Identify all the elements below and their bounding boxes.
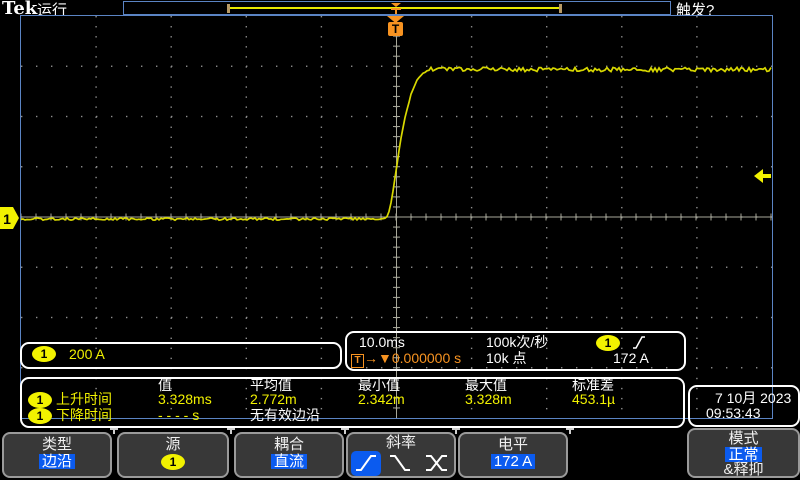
- datetime-panel: 7 10月 2023 09:53:43: [688, 385, 800, 427]
- trigger-position-readout: T→▼0.000000 s: [351, 351, 461, 368]
- menu-value-2: &释抑: [689, 462, 798, 477]
- menu-trigger-type[interactable]: 类型 边沿: [2, 432, 112, 478]
- meas-channel-badge: 1: [28, 408, 52, 424]
- trigger-position-marker[interactable]: T: [386, 16, 405, 37]
- measurement-panel: 值 平均值 最小值 最大值 标准差 1 上升时间 3.328ms 2.772m …: [20, 377, 685, 428]
- timebase-value: 10.0ms: [359, 335, 405, 350]
- svg-text:1: 1: [3, 211, 11, 227]
- either-slope-icon[interactable]: [423, 453, 451, 476]
- menu-trigger-coupling[interactable]: 耦合 直流: [234, 432, 344, 478]
- measurement-row-fall-time: 1 下降时间 - - - - s 无有效边沿: [22, 407, 683, 423]
- menu-value: 172 A: [491, 454, 535, 469]
- menu-label: 源: [119, 437, 227, 452]
- acquisition-bar: [123, 1, 671, 15]
- falling-slope-icon[interactable]: [387, 453, 413, 476]
- menu-label: 耦合: [236, 437, 342, 452]
- menu-trigger-level[interactable]: 电平 172 A: [458, 432, 568, 478]
- record-length: 10k 点: [486, 351, 526, 366]
- svg-text:T: T: [392, 22, 400, 36]
- channel-badge: 1: [32, 346, 56, 362]
- oscilloscope-screen: Tek 运行 触发? T 1 1 200 A 10.0ms: [0, 0, 800, 480]
- menu-value: 直流: [271, 454, 307, 469]
- menu-trigger-mode[interactable]: 模式 正常 &释抑: [687, 428, 800, 478]
- menu-trigger-slope[interactable]: 斜率: [346, 432, 456, 478]
- menu-label: 斜率: [348, 435, 454, 450]
- channel-scale: 200 A: [69, 347, 105, 362]
- menu-gap-tick: [566, 428, 574, 430]
- meas-channel-badge: 1: [28, 392, 52, 408]
- sample-rate: 100k次/秒: [486, 335, 548, 350]
- channel-readout: 1 200 A: [20, 342, 342, 369]
- menu-value: 边沿: [39, 454, 75, 469]
- menu-value: 正常: [725, 447, 761, 462]
- trigger-position-icon: [389, 2, 403, 14]
- trigger-level-arrow-icon[interactable]: [754, 169, 771, 184]
- rising-slope-icon: [631, 335, 647, 350]
- source-channel-badge: 1: [161, 454, 185, 470]
- trigger-level-readout: 172 A: [613, 351, 649, 366]
- channel1-position-flag[interactable]: 1: [0, 207, 20, 230]
- menu-label: 类型: [4, 437, 110, 452]
- trigger-t-icon: T: [351, 354, 364, 368]
- menu-gap-tick: [227, 428, 235, 430]
- menu-label: 模式: [689, 431, 798, 446]
- menu-gap-tick: [452, 428, 460, 430]
- triangle-down-icon: ▼: [378, 350, 392, 366]
- arrow-right-icon: →: [364, 350, 378, 366]
- window-bracket-left: [227, 4, 230, 13]
- horizontal-readout: 10.0ms 100k次/秒 1 T→▼0.000000 s 10k 点 172…: [345, 331, 686, 371]
- menu-trigger-source[interactable]: 源 1: [117, 432, 229, 478]
- window-bracket-right: [559, 4, 562, 13]
- menu-gap-tick: [341, 428, 349, 430]
- measurement-row-rise-time: 1 上升时间 3.328ms 2.772m 2.342m 3.328m 453.…: [22, 391, 683, 407]
- rising-slope-icon[interactable]: [351, 451, 381, 476]
- trigger-source-badge: 1: [596, 335, 620, 351]
- menu-label: 电平: [460, 437, 566, 452]
- time-label: 09:53:43: [706, 405, 761, 421]
- menu-gap-tick: [110, 428, 118, 430]
